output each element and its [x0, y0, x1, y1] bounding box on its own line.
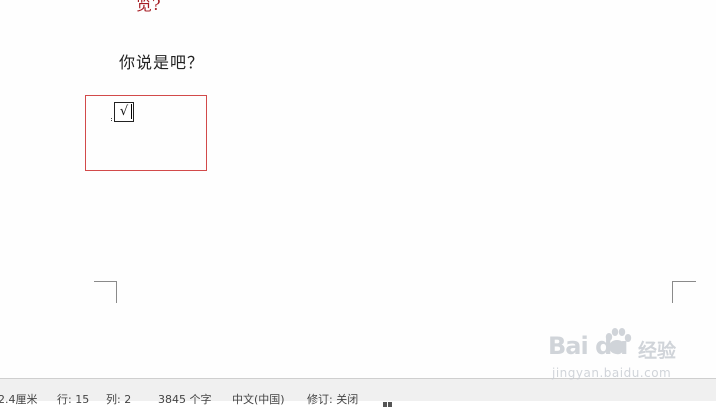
status-language[interactable]: 中文(中国)	[232, 394, 285, 406]
status-line[interactable]: 行: 15	[57, 394, 89, 406]
highlight-frame	[85, 95, 207, 171]
question-paragraph[interactable]: 你说是吧？	[119, 49, 204, 73]
check-mark-icon: √	[119, 104, 129, 119]
document-page[interactable]: 览? 你说是吧？ √	[0, 0, 716, 378]
baidu-jingyan-watermark: Bai du 经验 jingyan.baidu.com	[548, 326, 688, 384]
status-track-changes[interactable]: 修订: 关闭	[307, 394, 358, 406]
watermark-url: jingyan.baidu.com	[552, 366, 672, 380]
status-column[interactable]: 列: 2	[106, 394, 131, 406]
text-caret	[131, 104, 132, 119]
status-word-count[interactable]: 3845 个字	[158, 394, 212, 406]
page-margin-corner-left	[94, 281, 117, 303]
status-position[interactable]: 2.4厘米	[0, 394, 38, 406]
truncated-text-line: 览?	[136, 0, 161, 14]
macro-record-icon[interactable]	[383, 397, 395, 407]
paw-icon	[605, 328, 632, 354]
page-margin-corner-right	[672, 281, 696, 303]
watermark-site-name: 经验	[638, 340, 677, 362]
paragraph-marker	[111, 118, 113, 121]
